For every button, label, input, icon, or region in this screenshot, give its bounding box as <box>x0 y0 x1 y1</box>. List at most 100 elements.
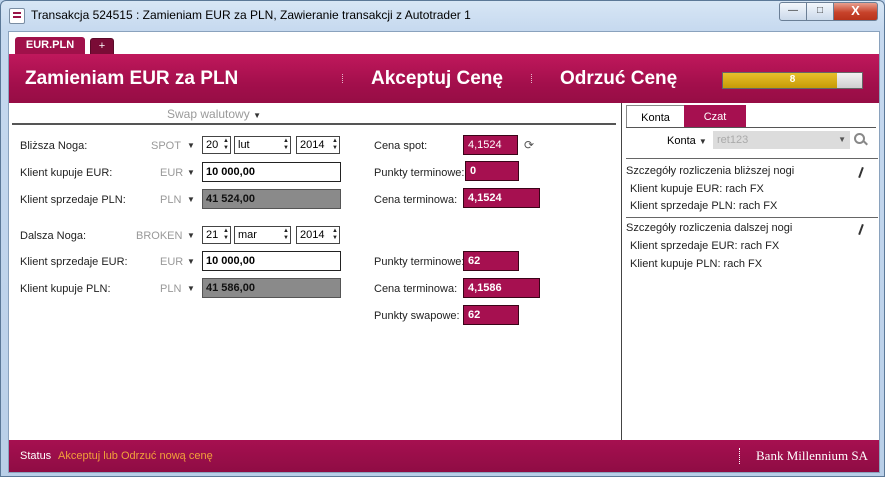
accept-price-button[interactable]: Akceptuj Cenę <box>371 68 503 90</box>
banner-separator <box>342 74 345 83</box>
action-banner: Zamieniam EUR za PLN Akceptuj Cenę Odrzu… <box>9 54 879 103</box>
client-area: EUR.PLN + Zamieniam EUR za PLN Akceptuj … <box>8 31 880 473</box>
divider <box>626 158 878 159</box>
tab-strip: EUR.PLN + <box>9 32 879 56</box>
far-sell-label: Klient sprzedaje EUR: <box>20 256 128 268</box>
window-title: Transakcja 524515 : Zamieniam EUR za PLN… <box>31 8 471 22</box>
far-leg-label: Dalsza Noga: <box>20 230 87 242</box>
divider <box>12 123 616 125</box>
account-select[interactable]: ret123 ▼ <box>713 131 850 149</box>
status-message: Akceptuj lub Odrzuć nową cenę <box>58 450 213 462</box>
swap-type-select[interactable]: Swap walutowy ▼ <box>167 107 261 121</box>
spin-arrows-icon[interactable]: ▲ ▼ <box>223 228 229 242</box>
spot-rate-value: 4,1524 <box>463 135 518 155</box>
close-button[interactable]: X <box>833 2 878 21</box>
chevron-down-icon[interactable]: ▼ <box>187 257 195 266</box>
near-forward-rate-label: Cena terminowa: <box>374 194 458 206</box>
near-leg-label: Bliższa Noga: <box>20 140 88 152</box>
divider <box>626 127 876 128</box>
chevron-down-icon: ▼ <box>838 135 846 144</box>
chevron-down-icon: ▼ <box>698 137 707 146</box>
swap-points-label: Punkty swapowe: <box>374 310 460 322</box>
far-settlement-title: Szczegóły rozliczenia dalszej nogi <box>626 222 793 234</box>
bank-logo-text: Bank Millennium SA <box>756 448 868 463</box>
tab-konta[interactable]: Konta <box>626 105 685 128</box>
status-separator <box>739 448 740 464</box>
near-settlement-title: Szczegóły rozliczenia bliższej nogi <box>626 165 795 177</box>
far-day-stepper[interactable]: 21 ▲ ▼ <box>202 226 231 244</box>
account-value: ret123 <box>717 134 749 146</box>
far-sell-currency-select[interactable]: EUR <box>160 256 183 268</box>
chevron-down-icon[interactable]: ▼ <box>187 141 195 150</box>
near-settlement-item: Klient sprzedaje PLN: rach FX <box>630 200 778 212</box>
near-sell-label: Klient sprzedaje PLN: <box>20 194 126 206</box>
spin-arrows-icon[interactable]: ▲ ▼ <box>332 138 338 152</box>
near-buy-amount-field[interactable]: 10 000,00 <box>202 162 341 182</box>
status-bar: Status Akceptuj lub Odrzuć nową cenę Ban… <box>9 440 879 472</box>
far-forward-points-value: 62 <box>463 251 519 271</box>
spin-arrows-icon[interactable]: ▲ ▼ <box>283 138 289 152</box>
far-buy-currency-select[interactable]: PLN <box>160 283 181 295</box>
near-buy-label: Klient kupuje EUR: <box>20 167 113 179</box>
spin-arrows-icon[interactable]: ▲ ▼ <box>283 228 289 242</box>
near-year-stepper[interactable]: 2014 ▲ ▼ <box>296 136 340 154</box>
near-buy-currency-select[interactable]: EUR <box>160 167 183 179</box>
far-buy-label: Klient kupuje PLN: <box>20 283 111 295</box>
banner-separator <box>531 74 534 83</box>
chevron-down-icon[interactable]: ▼ <box>187 195 195 204</box>
account-select-trigger[interactable]: Konta ▼ <box>667 135 707 147</box>
price-timer-value: 8 <box>789 74 796 85</box>
chevron-down-icon[interactable]: ▼ <box>187 231 195 240</box>
chevron-down-icon[interactable]: ▼ <box>187 284 195 293</box>
far-year-value: 2014 <box>300 229 325 241</box>
near-settlement-item: Klient kupuje EUR: rach FX <box>630 183 764 195</box>
chevron-down-icon[interactable]: ▼ <box>187 168 195 177</box>
far-year-stepper[interactable]: 2014 ▲ ▼ <box>296 226 340 244</box>
swap-points-value: 62 <box>463 305 519 325</box>
edit-icon[interactable] <box>858 166 864 179</box>
spin-arrows-icon[interactable]: ▲ ▼ <box>332 228 338 242</box>
far-day-value: 21 <box>206 229 219 241</box>
window-controls: — □ X <box>779 2 878 21</box>
edit-icon[interactable] <box>858 223 864 236</box>
title-bar: Transakcja 524515 : Zamieniam EUR za PLN… <box>1 1 884 31</box>
tab-eur-pln[interactable]: EUR.PLN <box>15 37 85 55</box>
price-timer-bar: 8 <box>722 72 863 89</box>
maximize-button[interactable]: □ <box>806 2 834 21</box>
deal-window: Transakcja 524515 : Zamieniam EUR za PLN… <box>0 0 885 477</box>
search-icon[interactable] <box>854 133 865 144</box>
near-sell-currency-select[interactable]: PLN <box>160 194 181 206</box>
chevron-down-icon: ▼ <box>253 111 261 120</box>
swap-type-label: Swap walutowy <box>167 107 250 121</box>
near-day-stepper[interactable]: 20 ▲ ▼ <box>202 136 231 154</box>
side-panel: Konta Czat Konta ▼ ret123 ▼ Szczegóły roz… <box>622 103 879 440</box>
account-label: Konta <box>667 135 696 147</box>
deal-form: Swap walutowy ▼ Bliższa Noga: SPOT ▼ 20 ▲… <box>9 103 621 440</box>
refresh-icon[interactable]: ⟳ <box>524 138 534 152</box>
near-day-value: 20 <box>206 139 219 151</box>
spin-arrows-icon[interactable]: ▲ ▼ <box>223 138 229 152</box>
near-sell-amount-field: 41 524,00 <box>202 189 341 209</box>
spot-rate-label: Cena spot: <box>374 140 428 152</box>
minimize-button[interactable]: — <box>779 2 807 21</box>
far-leg-type-select[interactable]: BROKEN <box>136 230 182 242</box>
far-month-stepper[interactable]: mar ▲ ▼ <box>234 226 291 244</box>
tab-czat[interactable]: Czat <box>684 105 746 127</box>
reject-price-button[interactable]: Odrzuć Cenę <box>560 68 677 90</box>
far-sell-amount-field[interactable]: 10 000,00 <box>202 251 341 271</box>
near-forward-points-label: Punkty terminowe: <box>374 167 465 179</box>
near-forward-points-value: 0 <box>465 161 519 181</box>
far-settlement-item: Klient sprzedaje EUR: rach FX <box>630 240 780 252</box>
far-forward-rate-label: Cena terminowa: <box>374 283 458 295</box>
divider <box>626 217 878 218</box>
deal-title: Zamieniam EUR za PLN <box>25 68 239 89</box>
near-month-value: lut <box>238 139 250 151</box>
near-leg-type-select[interactable]: SPOT <box>151 140 181 152</box>
near-forward-rate-value: 4,1524 <box>463 188 540 208</box>
far-forward-rate-value: 4,1586 <box>463 278 540 298</box>
app-icon <box>9 8 25 24</box>
far-buy-amount-field: 41 586,00 <box>202 278 341 298</box>
near-month-stepper[interactable]: lut ▲ ▼ <box>234 136 291 154</box>
near-year-value: 2014 <box>300 139 325 151</box>
far-forward-points-label: Punkty terminowe: <box>374 256 465 268</box>
